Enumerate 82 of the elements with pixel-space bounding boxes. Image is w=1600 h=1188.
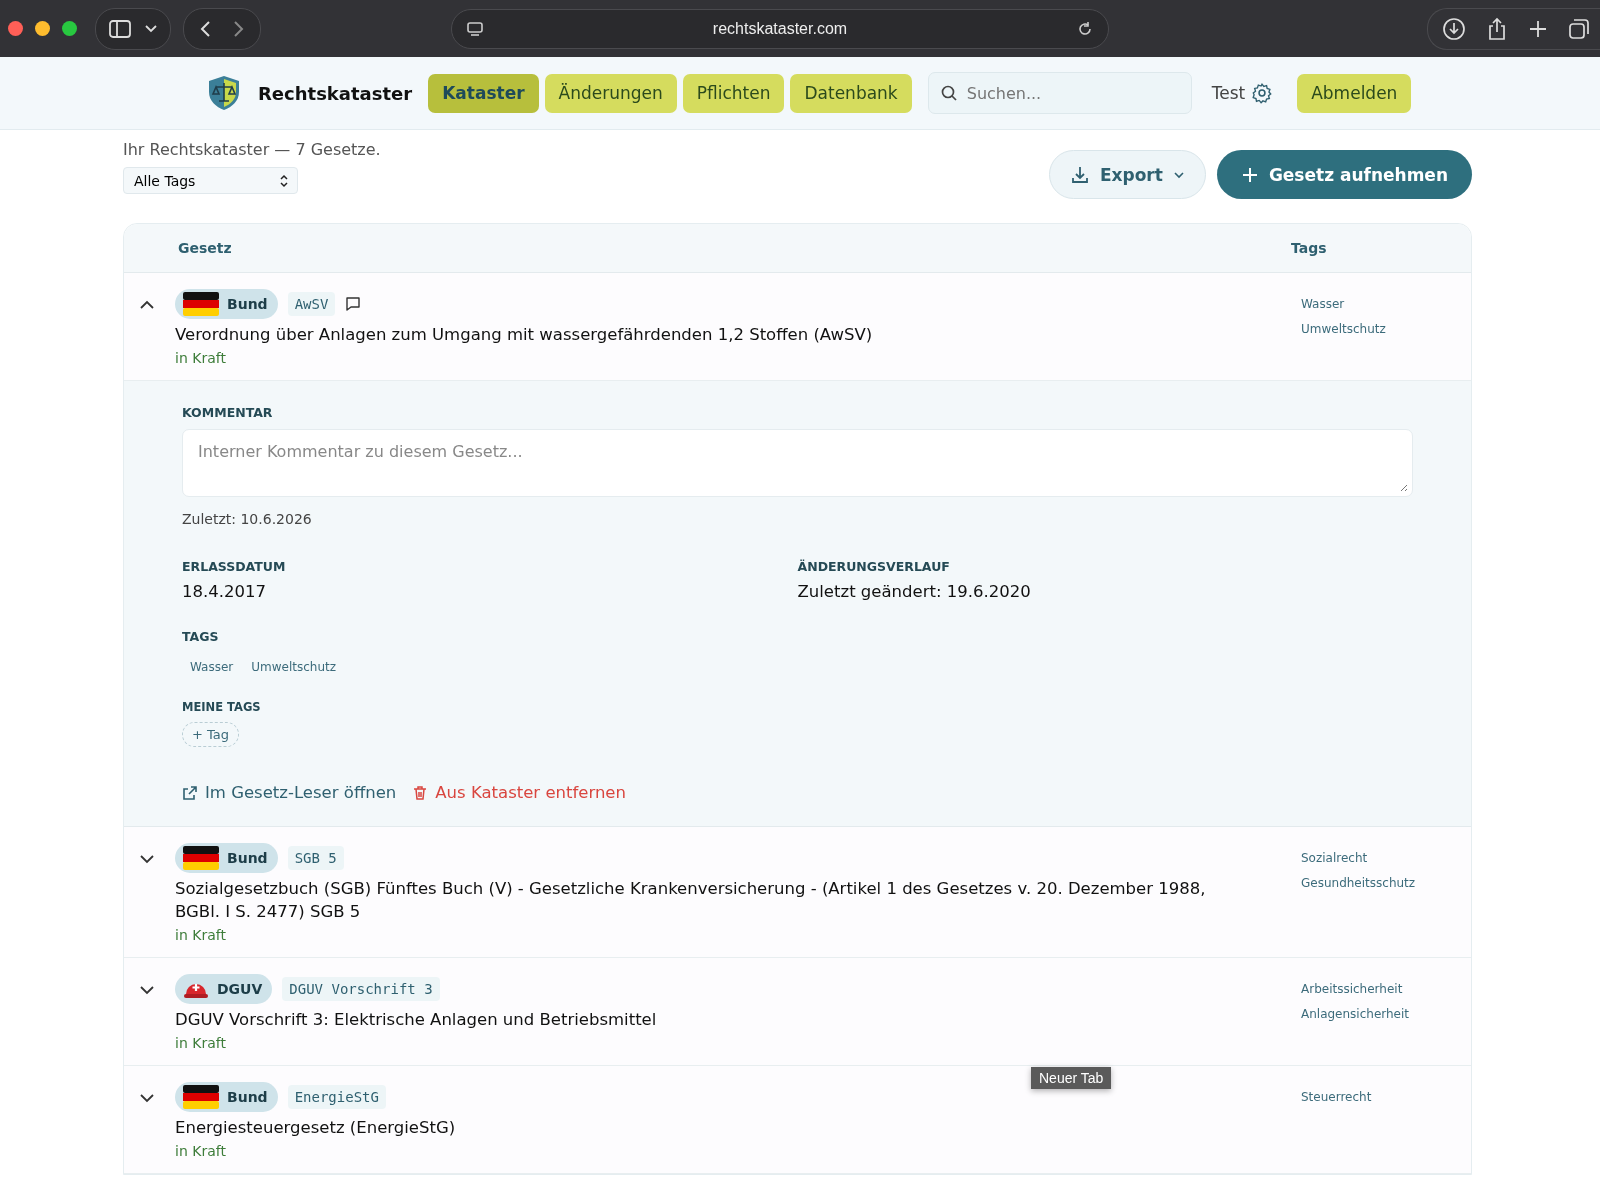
tag-label[interactable]: Steuerrecht — [1301, 1090, 1372, 1104]
up-down-caret-icon — [279, 173, 289, 188]
expand-chevron-icon[interactable] — [139, 854, 155, 864]
summary-text: Ihr Rechtskataster — 7 Gesetze. — [123, 140, 381, 159]
source-badge: DGUV — [175, 974, 273, 1004]
tag-label[interactable]: Arbeitssicherheit — [1301, 982, 1403, 996]
caret-icon — [144, 23, 158, 34]
minimize-window-icon[interactable] — [35, 21, 50, 36]
tabs-icon[interactable] — [1568, 17, 1590, 40]
page-menu-icon[interactable] — [466, 19, 484, 38]
law-title[interactable]: Energiesteuergesetz (EnergieStG) — [175, 1116, 456, 1139]
tags-label: TAGS — [182, 629, 219, 644]
law-title[interactable]: DGUV Vorschrift 3: Elektrische Anlagen und Betriebsmittel — [175, 1008, 657, 1031]
download-icon — [1069, 164, 1090, 185]
search-icon — [939, 84, 958, 102]
remove-link[interactable]: Aus Kataster entfernen — [412, 783, 626, 802]
status-text: in Kraft — [175, 927, 226, 943]
tag-label[interactable]: Anlagensicherheit — [1301, 1007, 1410, 1021]
export-button[interactable]: Export — [1048, 150, 1206, 199]
trash-icon — [412, 784, 429, 801]
my-tags-label: MEINE TAGS — [182, 700, 261, 714]
caret-icon — [1172, 170, 1185, 179]
status-text: in Kraft — [175, 1035, 226, 1051]
tag-label[interactable]: Wasser — [1301, 297, 1345, 311]
settings-icon[interactable] — [1251, 82, 1274, 104]
comment-icon[interactable] — [345, 296, 362, 312]
resize-handle-icon[interactable] — [1398, 482, 1408, 492]
brand-name: Rechtskataster — [258, 82, 413, 104]
tag-label[interactable]: Umweltschutz — [251, 660, 337, 674]
close-window-icon[interactable] — [8, 21, 23, 36]
abbreviation-tag: AwSV — [287, 292, 336, 316]
add-law-button[interactable]: Gesetz aufnehmen — [1216, 150, 1472, 199]
abbreviation-tag: SGB 5 — [287, 846, 344, 870]
flag-icon — [183, 1085, 219, 1109]
law-title[interactable]: Sozialgesetzbuch (SGB) Fünftes Buch (V) - Gesetzliche Krankenversicherung - (Artikel 1 des Gesetzes v. 20. Dezember 1988, BGBl. I S. 2477) SGB 5 — [175, 877, 1215, 923]
field-value: 18.4.2017 — [182, 582, 267, 601]
sidebar-toggle-button[interactable] — [95, 7, 171, 50]
plus-icon[interactable] — [1528, 18, 1548, 39]
address-bar[interactable]: rechtskataster.com — [451, 8, 1109, 49]
user-name: Test — [1211, 83, 1246, 103]
expand-chevron-icon[interactable] — [139, 1093, 155, 1103]
source-badge: Bund — [175, 1082, 278, 1112]
comment-label: KOMMENTAR — [182, 405, 273, 420]
last-saved-text: Zuletzt: 10.6.2026 — [182, 511, 312, 527]
column-header: Gesetz — [178, 240, 232, 256]
tag-label[interactable]: Wasser — [190, 660, 234, 674]
logout-button[interactable]: Abmelden — [1297, 73, 1412, 113]
abbreviation-tag: DGUV Vorschrift 3 — [282, 977, 440, 1001]
expand-chevron-icon[interactable] — [139, 985, 155, 995]
open-reader-link[interactable]: Im Gesetz-Leser öffnen — [182, 783, 397, 802]
field-label: ERLASSDATUM — [182, 559, 287, 574]
column-header: Tags — [1291, 240, 1328, 256]
tooltip: Neuer Tab — [1031, 1067, 1112, 1089]
status-text: in Kraft — [175, 350, 226, 366]
external-link-icon — [182, 784, 198, 801]
sidebar-icon — [108, 18, 132, 39]
law-title[interactable]: Verordnung über Anlagen zum Umgang mit wassergefährdenden 1,2 Stoffen (AwSV) — [175, 323, 873, 346]
field-label: ÄNDERUNGSVERLAUF — [797, 559, 951, 574]
url-text: rechtskataster.com — [711, 19, 849, 38]
collapse-chevron-icon[interactable] — [139, 300, 155, 310]
source-badge: Bund — [175, 843, 278, 873]
flag-icon — [183, 846, 219, 870]
flag-icon — [183, 292, 219, 316]
nav-tab[interactable]: Pflichten — [682, 73, 785, 113]
tag-filter-select[interactable]: Alle Tags — [123, 167, 298, 194]
status-text: in Kraft — [175, 1143, 226, 1159]
maximize-window-icon[interactable] — [62, 21, 77, 36]
share-icon[interactable] — [1486, 16, 1508, 41]
source-badge: Bund — [175, 289, 278, 319]
field-value: Zuletzt geändert: 19.6.2020 — [797, 582, 1032, 601]
nav-tab[interactable]: Kataster — [428, 73, 539, 113]
tag-label[interactable]: Sozialrecht — [1301, 851, 1368, 865]
download-icon[interactable] — [1442, 16, 1466, 41]
comment-field[interactable]: Interner Kommentar zu diesem Gesetz... — [182, 429, 1413, 497]
nav-tab[interactable]: Änderungen — [544, 73, 677, 113]
tag-label[interactable]: Umweltschutz — [1301, 322, 1386, 336]
reload-icon[interactable] — [1076, 19, 1094, 38]
abbreviation-tag: EnergieStG — [287, 1085, 386, 1109]
search-field[interactable]: Suchen... — [927, 72, 1192, 114]
tag-label[interactable]: Gesundheitsschutz — [1301, 876, 1416, 890]
plus-icon — [1240, 165, 1259, 184]
nav-tab[interactable]: Datenbank — [790, 73, 912, 113]
